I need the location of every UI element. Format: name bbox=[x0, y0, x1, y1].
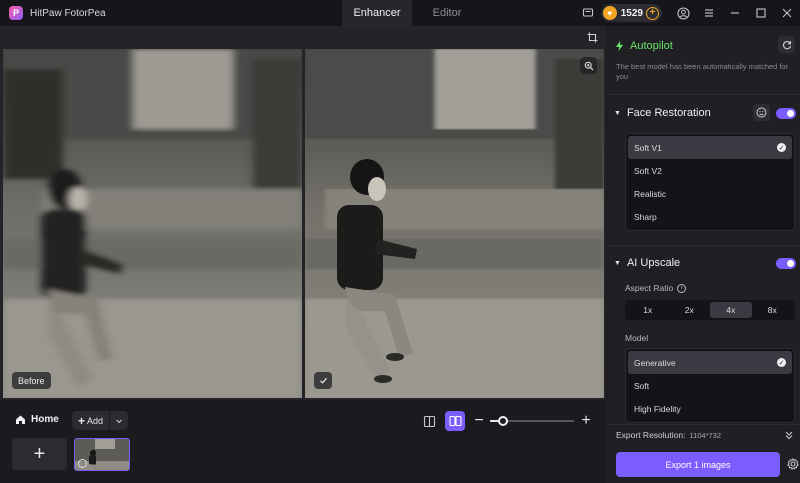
mode-tabs: Enhancer Editor bbox=[342, 0, 482, 26]
aspect-ratio-selector: 1x 2x 4x 8x bbox=[625, 300, 795, 320]
zoom-slider[interactable] bbox=[490, 416, 574, 426]
aspect-ratio-label: Aspect Ratio i bbox=[625, 283, 687, 293]
model-high-fidelity[interactable]: High Fidelity bbox=[628, 397, 792, 420]
autopilot-title: Autopilot bbox=[630, 40, 673, 52]
divider bbox=[607, 94, 800, 95]
coin-icon: ♥ bbox=[602, 6, 617, 20]
minimize-icon[interactable] bbox=[722, 0, 748, 26]
option-soft-v2[interactable]: Soft V2 bbox=[628, 159, 792, 182]
caret-down-icon: ▼ bbox=[614, 109, 621, 117]
add-image-button[interactable]: + bbox=[12, 438, 67, 470]
option-label: High Fidelity bbox=[634, 403, 681, 414]
export-button[interactable]: Export 1 images bbox=[616, 452, 780, 477]
buy-credits-icon[interactable]: + bbox=[646, 6, 659, 20]
divider bbox=[607, 245, 800, 246]
option-realistic[interactable]: Realistic bbox=[628, 182, 792, 205]
screen-icon[interactable] bbox=[575, 0, 601, 26]
ai-upscale-header[interactable]: ▼ AI Upscale bbox=[614, 257, 680, 269]
ai-upscale-title: AI Upscale bbox=[626, 257, 681, 269]
after-check-icon bbox=[314, 372, 332, 389]
title-bar: P HitPaw FotorPea Enhancer Editor ♥ 1529… bbox=[0, 0, 800, 26]
crop-icon[interactable] bbox=[584, 29, 600, 45]
model-label: Model bbox=[625, 333, 649, 343]
app-logo: P bbox=[9, 6, 23, 20]
face-icon[interactable] bbox=[753, 104, 770, 121]
add-button[interactable]: + Add bbox=[72, 411, 111, 430]
home-button[interactable]: Home bbox=[15, 414, 59, 425]
zoom-icon[interactable] bbox=[580, 57, 597, 74]
lightning-icon bbox=[616, 40, 623, 52]
check-icon: ✓ bbox=[777, 143, 786, 152]
after-photo bbox=[305, 49, 604, 398]
aspect-ratio-text: Aspect Ratio bbox=[625, 283, 674, 293]
add-plus-icon: + bbox=[78, 413, 86, 428]
zoom-slider-handle[interactable] bbox=[497, 416, 508, 426]
face-restoration-title: Face Restoration bbox=[626, 107, 711, 119]
after-preview[interactable] bbox=[305, 49, 604, 398]
autopilot-header: Autopilot bbox=[615, 40, 673, 52]
titlebar-controls: ♥ 1529 + bbox=[575, 0, 800, 26]
model-soft[interactable]: Soft bbox=[628, 374, 792, 397]
option-soft-v1[interactable]: Soft V1 ✓ bbox=[628, 136, 792, 159]
autopilot-description: The best model has been automatically ma… bbox=[616, 62, 789, 81]
zoom-out-button[interactable]: − bbox=[472, 411, 486, 431]
ratio-4x[interactable]: 4x bbox=[710, 302, 752, 318]
option-label: Generative bbox=[634, 357, 676, 368]
single-view-icon[interactable] bbox=[420, 412, 438, 430]
tab-editor[interactable]: Editor bbox=[412, 0, 482, 26]
option-label: Soft V1 bbox=[634, 142, 662, 153]
ratio-1x[interactable]: 1x bbox=[627, 302, 669, 318]
zoom-in-button[interactable]: + bbox=[579, 411, 593, 431]
bottom-bar: Home + Add − + + bbox=[0, 400, 606, 483]
close-icon[interactable] bbox=[774, 0, 800, 26]
chevron-down-icon[interactable] bbox=[110, 411, 128, 430]
option-label: Sharp bbox=[634, 211, 657, 222]
option-label: Realistic bbox=[634, 188, 667, 199]
option-sharp[interactable]: Sharp bbox=[628, 205, 792, 228]
export-resolution-value: 1104*732 bbox=[689, 430, 722, 440]
face-restoration-toggle[interactable] bbox=[776, 108, 796, 119]
option-label: Soft V2 bbox=[634, 165, 662, 176]
clock-icon bbox=[78, 459, 87, 468]
home-label: Home bbox=[31, 414, 59, 425]
split-view-icon[interactable] bbox=[445, 411, 465, 431]
menu-icon[interactable] bbox=[696, 0, 722, 26]
expand-icon[interactable] bbox=[783, 429, 795, 441]
account-icon[interactable] bbox=[670, 0, 696, 26]
face-restoration-options: Soft V1 ✓ Soft V2 Realistic Sharp bbox=[625, 133, 795, 231]
before-photo bbox=[3, 49, 302, 398]
export-resolution: Export Resolution: 1104*732 bbox=[616, 430, 721, 440]
ratio-8x[interactable]: 8x bbox=[752, 302, 794, 318]
model-generative[interactable]: Generative ✓ bbox=[628, 351, 792, 374]
credits-badge[interactable]: ♥ 1529 + bbox=[600, 4, 662, 22]
divider bbox=[607, 424, 800, 425]
add-group: + Add bbox=[72, 411, 129, 430]
caret-down-icon: ▼ bbox=[614, 259, 621, 267]
ratio-2x[interactable]: 2x bbox=[669, 302, 711, 318]
home-icon bbox=[16, 415, 25, 424]
logo-letter: P bbox=[12, 8, 19, 18]
add-label: Add bbox=[87, 415, 104, 426]
info-icon[interactable]: i bbox=[677, 283, 687, 293]
settings-panel: Autopilot The best model has been automa… bbox=[607, 26, 800, 483]
preview-workspace: Before bbox=[0, 26, 606, 400]
check-icon: ✓ bbox=[777, 358, 786, 367]
app-title: HitPaw FotorPea bbox=[30, 7, 106, 19]
settings-icon[interactable] bbox=[787, 457, 799, 470]
before-label: Before bbox=[12, 372, 51, 389]
face-restoration-header[interactable]: ▼ Face Restoration bbox=[614, 107, 711, 119]
ai-upscale-toggle[interactable] bbox=[776, 258, 796, 269]
tab-enhancer[interactable]: Enhancer bbox=[342, 0, 412, 26]
model-options: Generative ✓ Soft High Fidelity bbox=[625, 348, 795, 423]
before-preview[interactable]: Before bbox=[3, 49, 302, 398]
maximize-icon[interactable] bbox=[748, 0, 774, 26]
refresh-icon[interactable] bbox=[778, 36, 795, 53]
export-resolution-label: Export Resolution: bbox=[616, 430, 686, 440]
image-thumbnail[interactable] bbox=[74, 438, 130, 471]
option-label: Soft bbox=[634, 380, 650, 391]
credit-count: 1529 bbox=[620, 7, 643, 19]
